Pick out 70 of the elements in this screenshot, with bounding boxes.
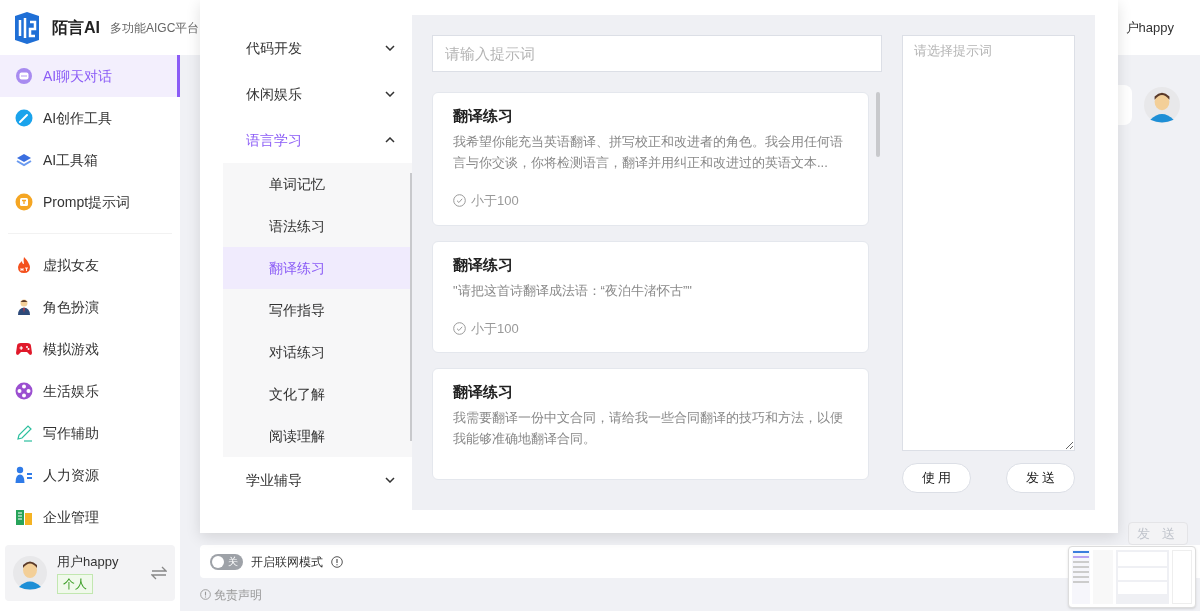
prompt-preview-field[interactable]: 请选择提示词 xyxy=(902,35,1075,451)
film-reel-icon xyxy=(15,382,33,400)
card-description: 我需要翻译一份中文合同，请给我一些合同翻译的技巧和方法，以便我能够准确地翻译合同。 xyxy=(453,409,844,448)
prompt-card[interactable]: 翻译练习 我需要翻译一份中文合同，请给我一些合同翻译的技巧和方法，以便我能够准确地翻译合同。 xyxy=(432,368,869,480)
category-item[interactable]: 语言学习 xyxy=(223,117,412,163)
card-title: 翻译练习 xyxy=(453,106,514,126)
usage-count: 小于100 xyxy=(471,319,519,338)
nav-item[interactable]: 人力资源 xyxy=(0,454,180,496)
use-button[interactable]: 使 用 xyxy=(902,463,971,493)
chevron-down-icon xyxy=(385,45,395,51)
building-icon xyxy=(15,508,33,526)
nav-item[interactable]: 写作辅助 xyxy=(0,412,180,454)
category-item[interactable]: 学业辅导 xyxy=(223,457,412,503)
category-item[interactable]: 代码开发 xyxy=(223,25,412,71)
search-field[interactable]: 请输入提示词 xyxy=(432,35,882,72)
prompt-card[interactable]: 翻译练习 "请把这首诗翻译成法语：“夜泊牛渚怀古”" 小于100 xyxy=(432,240,869,353)
brand-tagline: 多功能AIGC平台 xyxy=(110,19,200,37)
screenshot-thumbnail[interactable] xyxy=(1068,546,1196,608)
chat-icon xyxy=(15,67,33,85)
nav-item[interactable]: Prompt提示词 xyxy=(0,181,180,223)
subcategory-item[interactable]: 阅读理解 xyxy=(223,415,412,457)
nav-item[interactable]: 企业管理 xyxy=(0,496,180,538)
info-icon xyxy=(200,589,211,600)
toggle-label: 开启联网模式 xyxy=(251,553,323,571)
brand-name: 陌言AI xyxy=(52,17,100,38)
pen-icon xyxy=(15,109,33,127)
card-description: "请把这首诗翻译成法语：“夜泊牛渚怀古”" xyxy=(453,281,693,300)
nav-item[interactable]: AI创作工具 xyxy=(0,97,180,139)
prompt-card[interactable]: 翻译练习 我希望你能充当英语翻译、拼写校正和改进者的角色。我会用任何语言与你交谈，你将检测语言，翻译并用纠正和改进过的英语文本... 小于100 xyxy=(432,92,869,226)
subcategory-item[interactable]: 对话练习 xyxy=(223,331,412,373)
info-icon[interactable] xyxy=(331,555,343,568)
scrollbar-thumb[interactable] xyxy=(876,92,880,157)
card-title: 翻译练习 xyxy=(453,382,514,402)
check-circle-icon xyxy=(453,194,466,208)
header-user-name[interactable]: 户happy xyxy=(1125,17,1174,38)
avatar-icon xyxy=(1144,87,1180,123)
nav-item[interactable]: 生活娱乐 xyxy=(0,370,180,412)
chevron-down-icon xyxy=(385,91,395,97)
nav-item[interactable]: 模拟游戏 xyxy=(0,328,180,370)
check-circle-icon xyxy=(453,321,466,335)
subcategory-item[interactable]: 写作指导 xyxy=(223,289,412,331)
nav-item[interactable]: 角色扮演 xyxy=(0,286,180,328)
account-tag: 个人 xyxy=(57,573,93,594)
logo-icon xyxy=(12,11,42,44)
layers-icon xyxy=(15,151,33,169)
user-name: 用户happy xyxy=(57,553,120,572)
person-icon xyxy=(15,298,33,316)
card-title: 翻译练习 xyxy=(453,254,514,275)
avatar-icon xyxy=(13,556,47,590)
chevron-down-icon xyxy=(385,477,395,483)
nav-item[interactable]: AI工具箱 xyxy=(0,139,180,181)
subcategory-item[interactable]: 单词记忆 xyxy=(223,163,412,205)
card-description: 我希望你能充当英语翻译、拼写校正和改进者的角色。我会用任何语言与你交谈，你将检测语言，翻译并用纠正和改进过的英语文本... xyxy=(453,133,844,172)
swap-icon[interactable] xyxy=(151,566,167,580)
gamepad-icon xyxy=(15,340,33,358)
send-button[interactable]: 发 送 xyxy=(1006,463,1075,493)
subcategory-item[interactable]: 翻译练习 xyxy=(223,247,412,289)
subcategory-item[interactable]: 文化了解 xyxy=(223,373,412,415)
pencil-icon xyxy=(15,424,33,442)
subcategory-item[interactable]: 语法练习 xyxy=(223,205,412,247)
scrollbar-thumb[interactable] xyxy=(410,173,412,441)
user-card[interactable]: 用户happy 个人 xyxy=(5,545,175,601)
chevron-up-icon xyxy=(385,137,395,143)
category-item[interactable]: 休闲娱乐 xyxy=(223,71,412,117)
usage-count: 小于100 xyxy=(471,192,519,210)
prompt-icon xyxy=(15,193,33,211)
people-icon xyxy=(15,466,33,484)
nav-item[interactable]: 虚拟女友 xyxy=(0,244,180,286)
nav-item[interactable]: AI聊天对话 xyxy=(0,55,180,97)
flame-icon xyxy=(15,256,33,274)
